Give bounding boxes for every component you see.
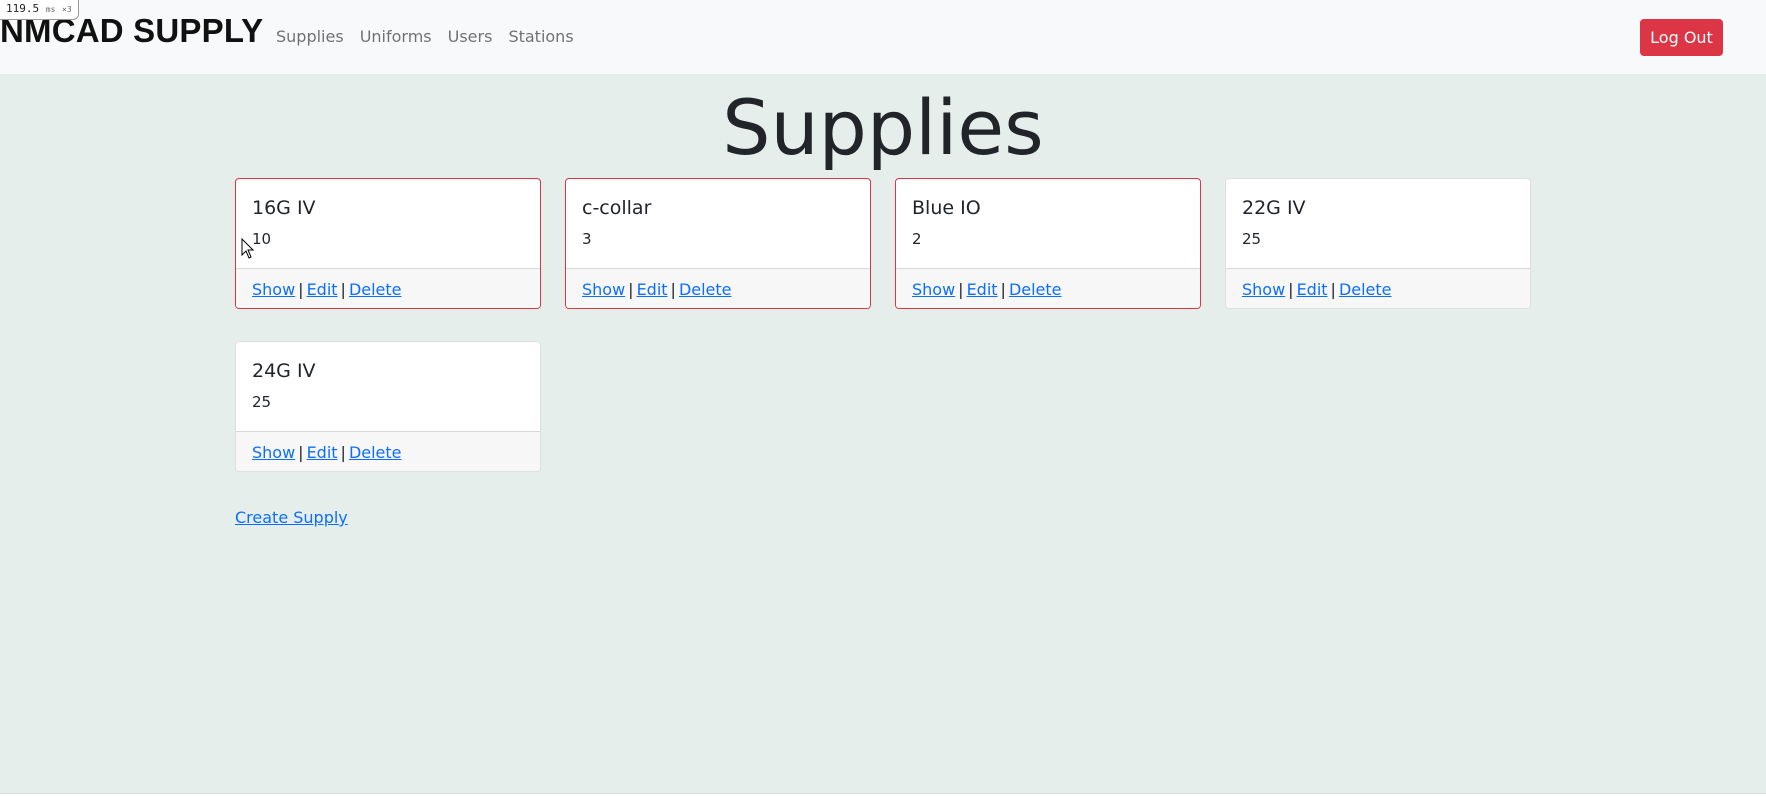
edit-link[interactable]: Edit	[637, 280, 668, 299]
separator: |	[670, 280, 676, 299]
delete-link[interactable]: Delete	[679, 280, 732, 299]
mouse-cursor-icon	[241, 238, 255, 259]
create-supply-link[interactable]: Create Supply	[235, 508, 348, 527]
card-footer: Show | Edit | Delete	[1226, 268, 1530, 308]
supply-name: c-collar	[582, 197, 652, 219]
supply-name: 22G IV	[1242, 197, 1306, 219]
show-link[interactable]: Show	[252, 443, 295, 462]
separator: |	[298, 443, 304, 462]
supply-card: 16G IV 10 Show | Edit | Delete	[235, 178, 541, 309]
perf-badge: 119.5 ms ×3	[0, 0, 79, 20]
nav-links: Supplies Uniforms Users Stations	[276, 27, 590, 46]
supply-quantity: 10	[252, 229, 272, 248]
page-title: Supplies	[722, 83, 1044, 172]
delete-link[interactable]: Delete	[1009, 280, 1062, 299]
supply-quantity: 25	[252, 392, 272, 411]
card-footer: Show | Edit | Delete	[896, 268, 1200, 308]
separator: |	[958, 280, 964, 299]
supply-quantity: 25	[1242, 229, 1262, 248]
nav-link-stations[interactable]: Stations	[508, 27, 573, 46]
separator: |	[340, 280, 346, 299]
logout-button[interactable]: Log Out	[1640, 19, 1723, 56]
card-body: c-collar 3	[566, 179, 870, 268]
supply-name: 24G IV	[252, 360, 316, 382]
supply-name: 16G IV	[252, 197, 316, 219]
card-footer: Show | Edit | Delete	[566, 268, 870, 308]
nav-link-supplies[interactable]: Supplies	[276, 27, 344, 46]
card-body: 16G IV 10	[236, 179, 540, 268]
card-body: 24G IV 25	[236, 342, 540, 431]
separator: |	[1000, 280, 1006, 299]
supply-name: Blue IO	[912, 197, 981, 219]
show-link[interactable]: Show	[252, 280, 295, 299]
card-footer: Show | Edit | Delete	[236, 268, 540, 308]
separator: |	[1288, 280, 1294, 299]
delete-link[interactable]: Delete	[1339, 280, 1392, 299]
supply-card: c-collar 3 Show | Edit | Delete	[565, 178, 871, 309]
perf-unit: ms	[45, 5, 56, 14]
supply-quantity: 3	[582, 229, 592, 248]
perf-value: 119.5	[6, 2, 40, 15]
card-footer: Show | Edit | Delete	[236, 431, 540, 471]
separator: |	[628, 280, 634, 299]
supply-quantity: 2	[912, 229, 922, 248]
separator: |	[340, 443, 346, 462]
edit-link[interactable]: Edit	[1297, 280, 1328, 299]
delete-link[interactable]: Delete	[349, 280, 402, 299]
show-link[interactable]: Show	[1242, 280, 1285, 299]
edit-link[interactable]: Edit	[307, 443, 338, 462]
nav-link-uniforms[interactable]: Uniforms	[360, 27, 432, 46]
show-link[interactable]: Show	[582, 280, 625, 299]
nav-link-users[interactable]: Users	[448, 27, 493, 46]
supply-card: Blue IO 2 Show | Edit | Delete	[895, 178, 1201, 309]
card-body: 22G IV 25	[1226, 179, 1530, 268]
supply-card: 24G IV 25 Show | Edit | Delete	[235, 341, 541, 472]
show-link[interactable]: Show	[912, 280, 955, 299]
separator: |	[298, 280, 304, 299]
edit-link[interactable]: Edit	[967, 280, 998, 299]
main-content: Supplies 16G IV 10 Show | Edit | Delete c-co…	[0, 74, 1766, 793]
card-body: Blue IO 2	[896, 179, 1200, 268]
separator: |	[1330, 280, 1336, 299]
bottom-divider	[0, 793, 1766, 797]
supply-card: 22G IV 25 Show | Edit | Delete	[1225, 178, 1531, 309]
perf-multiplier: ×3	[62, 5, 72, 14]
navbar: NMCAD SUPPLY Supplies Uniforms Users Sta…	[0, 0, 1766, 74]
delete-link[interactable]: Delete	[349, 443, 402, 462]
edit-link[interactable]: Edit	[307, 280, 338, 299]
